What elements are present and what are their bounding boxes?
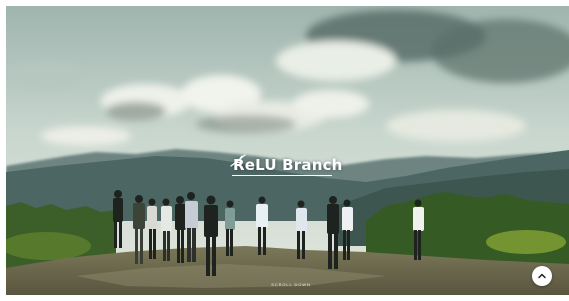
chevron-up-icon (538, 273, 546, 279)
page: ReLU Branch SCROLL DOWN (0, 0, 569, 301)
scroll-to-top-button[interactable] (532, 266, 552, 286)
scroll-down-link[interactable]: SCROLL DOWN (267, 282, 315, 287)
logo-underline (232, 175, 332, 176)
branch-mark-icon (230, 154, 246, 167)
bush-highlight (486, 230, 566, 254)
brand-logo[interactable]: ReLU Branch (230, 152, 356, 178)
brand-logo-text: ReLU Branch (233, 156, 343, 174)
hero-landscape-image (6, 6, 569, 295)
hero-photo: ReLU Branch SCROLL DOWN (6, 6, 569, 295)
